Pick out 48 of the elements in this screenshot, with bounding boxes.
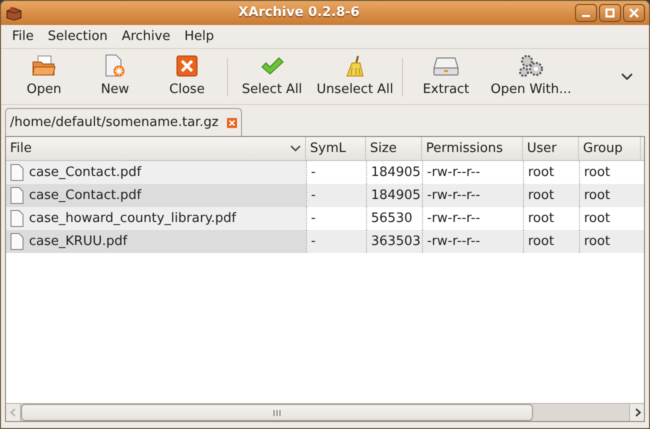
column-header[interactable]: Group xyxy=(579,137,641,160)
file-name: case_Contact.pdf xyxy=(29,164,142,182)
menu-item[interactable]: Archive xyxy=(114,24,178,48)
close-button[interactable]: Close xyxy=(151,54,223,100)
file-icon xyxy=(10,187,24,204)
open-with-button[interactable]: Open With... xyxy=(485,54,577,100)
menu-item[interactable]: File xyxy=(5,24,41,48)
table-cell: -rw-r--r-- xyxy=(422,230,523,253)
close-archive-icon xyxy=(175,54,199,78)
horizontal-scrollbar[interactable] xyxy=(6,403,644,421)
scroll-right-icon[interactable] xyxy=(629,404,644,421)
gears-icon xyxy=(517,54,545,78)
table-cell: - xyxy=(306,230,366,253)
scrollbar-thumb[interactable] xyxy=(21,404,533,421)
column-header[interactable]: User xyxy=(523,137,579,160)
unselect-all-button[interactable]: Unselect All xyxy=(312,54,398,100)
file-icon xyxy=(10,233,24,250)
menu-item[interactable]: Selection xyxy=(40,24,115,48)
grip-icon xyxy=(273,410,281,416)
folder-icon xyxy=(31,54,57,78)
close-icon xyxy=(629,8,639,18)
overflow-chevron-icon[interactable] xyxy=(621,72,633,80)
open-button[interactable]: Open xyxy=(9,54,79,100)
column-header[interactable]: Size xyxy=(366,137,422,160)
new-button[interactable]: New xyxy=(79,54,151,100)
file-name: case_howard_county_library.pdf xyxy=(29,210,236,228)
file-icon xyxy=(10,210,24,227)
maximize-icon xyxy=(605,8,615,18)
select-all-button[interactable]: Select All xyxy=(232,54,312,100)
minimize-button[interactable] xyxy=(575,4,597,22)
table-cell: root xyxy=(523,230,579,253)
file-icon xyxy=(10,164,24,181)
extract-button[interactable]: Extract xyxy=(407,54,485,100)
close-tab-icon[interactable] xyxy=(226,118,237,128)
file-name: case_KRUU.pdf xyxy=(29,232,128,251)
table-cell: root xyxy=(579,230,641,253)
column-header[interactable]: File xyxy=(6,137,306,160)
column-header[interactable]: Permissions xyxy=(422,137,523,160)
close-button[interactable] xyxy=(623,4,645,22)
menu-item[interactable]: Help xyxy=(177,24,221,48)
box-icon xyxy=(5,5,23,21)
file-name: case_Contact.pdf xyxy=(29,186,142,205)
column-header[interactable]: SymL xyxy=(306,137,366,160)
maximize-button[interactable] xyxy=(599,4,621,22)
minimize-icon xyxy=(582,15,590,17)
archive-tab[interactable]: /home/default/somename.tar.gz xyxy=(5,108,242,136)
window-title: XArchive 0.2.8-6 xyxy=(237,4,361,22)
table-cell: 363503 xyxy=(366,230,422,253)
